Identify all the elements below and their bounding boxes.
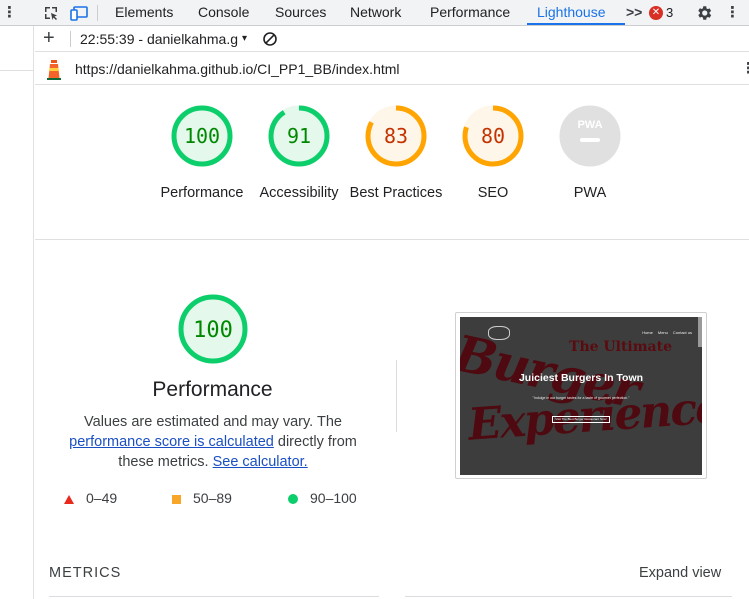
legend-average-range: 50–89 — [193, 490, 232, 506]
score-calculated-link[interactable]: performance score is calculated — [69, 434, 274, 450]
vertical-dots-icon[interactable]: ⋮ — [2, 3, 17, 23]
screenshot-tagline: "Indulge in our burger tastes for a tast… — [532, 396, 630, 400]
screenshot-subheading: Juiciest Burgers In Town — [518, 372, 644, 384]
active-tab-indicator — [527, 23, 625, 25]
chevron-down-icon[interactable]: ▾ — [242, 26, 247, 52]
gauge-pwa[interactable]: PWA PWA — [535, 103, 645, 203]
score-ring-track — [559, 105, 621, 167]
report-toolbar: + 22:55:39 - danielkahma.g ▾ — [35, 26, 749, 52]
legend-fail: 0–49 — [64, 488, 117, 508]
screenshot-nav-contact: Contact us — [672, 330, 692, 335]
gauge-label: Best Practices — [349, 185, 443, 201]
score-value: 91 — [287, 124, 311, 148]
description-text-1: Values are estimated and may vary. The — [84, 414, 342, 430]
report-menu-icon[interactable]: ⋮ — [741, 53, 749, 85]
gauge-label: SEO — [477, 185, 509, 201]
metrics-divider — [405, 596, 732, 597]
legend-average: 50–89 — [172, 488, 232, 508]
score-ring: 80 — [462, 105, 524, 167]
performance-title: Performance — [152, 378, 273, 401]
new-report-button[interactable]: + — [43, 26, 55, 52]
gauge-label: PWA — [573, 185, 607, 201]
tab-elements[interactable]: Elements — [115, 0, 173, 26]
screenshot-button: Visit The Best Burger Restaurant Now! — [552, 416, 610, 423]
score-ring: 100 — [171, 105, 233, 167]
square-icon — [172, 494, 181, 504]
screenshot-logo — [488, 326, 510, 340]
toolbar-divider — [70, 31, 71, 47]
see-calculator-link[interactable]: See calculator. — [213, 454, 308, 470]
score-ring: PWA — [559, 105, 621, 167]
final-screenshot[interactable]: Burger Experience Home Menu Contact us The… — [455, 312, 707, 479]
report-select[interactable]: 22:55:39 - danielkahma.g — [80, 26, 250, 52]
score-value: 83 — [384, 124, 408, 148]
performance-score-gauge: 100 — [176, 292, 250, 371]
error-count[interactable]: 3 — [666, 0, 673, 26]
clear-reports-icon[interactable] — [262, 31, 278, 47]
triangle-icon — [64, 494, 74, 504]
legend-pass: 90–100 — [288, 488, 357, 508]
screenshot-scrollbar — [698, 317, 702, 347]
section-divider — [396, 360, 397, 432]
metrics-heading: METRICS — [49, 565, 122, 581]
left-panel-strip — [0, 26, 34, 599]
metrics-divider — [49, 596, 379, 597]
toolbar-divider — [97, 5, 98, 21]
tab-console[interactable]: Console — [198, 0, 249, 26]
gauge-label: Accessibility — [259, 185, 339, 201]
screenshot-nav: Home Menu Contact us — [637, 330, 692, 335]
lighthouse-logo-icon — [47, 60, 61, 80]
tab-performance[interactable]: Performance — [430, 0, 510, 26]
legend-pass-range: 90–100 — [310, 490, 357, 506]
performance-description: Values are estimated and may vary. The p… — [58, 412, 368, 472]
gauge-best-practices[interactable]: 83 Best Practices — [341, 103, 451, 203]
score-ring: 83 — [365, 105, 427, 167]
report-url[interactable]: https://danielkahma.github.io/CI_PP1_BB/… — [75, 53, 400, 85]
gauge-accessibility[interactable]: 91 Accessibility — [244, 103, 354, 203]
more-tabs-icon[interactable]: >> — [626, 0, 642, 26]
tab-network[interactable]: Network — [350, 0, 401, 26]
inspect-element-icon[interactable] — [43, 5, 59, 21]
screenshot-nav-menu: Menu — [657, 330, 668, 335]
device-toolbar-icon[interactable] — [70, 5, 88, 21]
circle-icon — [288, 494, 298, 505]
gauge-label: Performance — [160, 185, 244, 201]
error-icon[interactable]: ✕ — [649, 6, 663, 20]
gauge-performance[interactable]: 100 Performance — [147, 103, 257, 203]
gear-icon[interactable] — [695, 4, 713, 22]
score-ring: 91 — [268, 105, 330, 167]
expand-view-toggle[interactable]: Expand view — [639, 565, 721, 581]
score-value: 100 — [184, 124, 220, 148]
left-panel-divider — [0, 70, 34, 71]
score-value: 100 — [193, 318, 233, 343]
screenshot-headline: The Ultimate — [569, 339, 672, 355]
tab-sources[interactable]: Sources — [275, 0, 326, 26]
score-ring: 100 — [178, 294, 248, 364]
gauge-seo[interactable]: 80 SEO — [438, 103, 548, 203]
devtools-tab-bar: ⋮ Elements Console Sources Network Perfo… — [0, 0, 749, 26]
pwa-dash-icon — [580, 138, 600, 142]
screenshot-image: Burger Experience Home Menu Contact us The… — [460, 317, 702, 475]
screenshot-nav-home: Home — [642, 330, 653, 335]
legend-fail-range: 0–49 — [86, 490, 118, 506]
category-gauges: 100 Performance 91 Accessibility 83 Best Pr… — [35, 86, 749, 240]
score-value: 80 — [481, 124, 505, 148]
report-url-bar: https://danielkahma.github.io/CI_PP1_BB/… — [35, 53, 749, 85]
customize-menu-icon[interactable]: ⋮ — [725, 3, 740, 23]
pwa-badge-text: PWA — [577, 119, 602, 131]
